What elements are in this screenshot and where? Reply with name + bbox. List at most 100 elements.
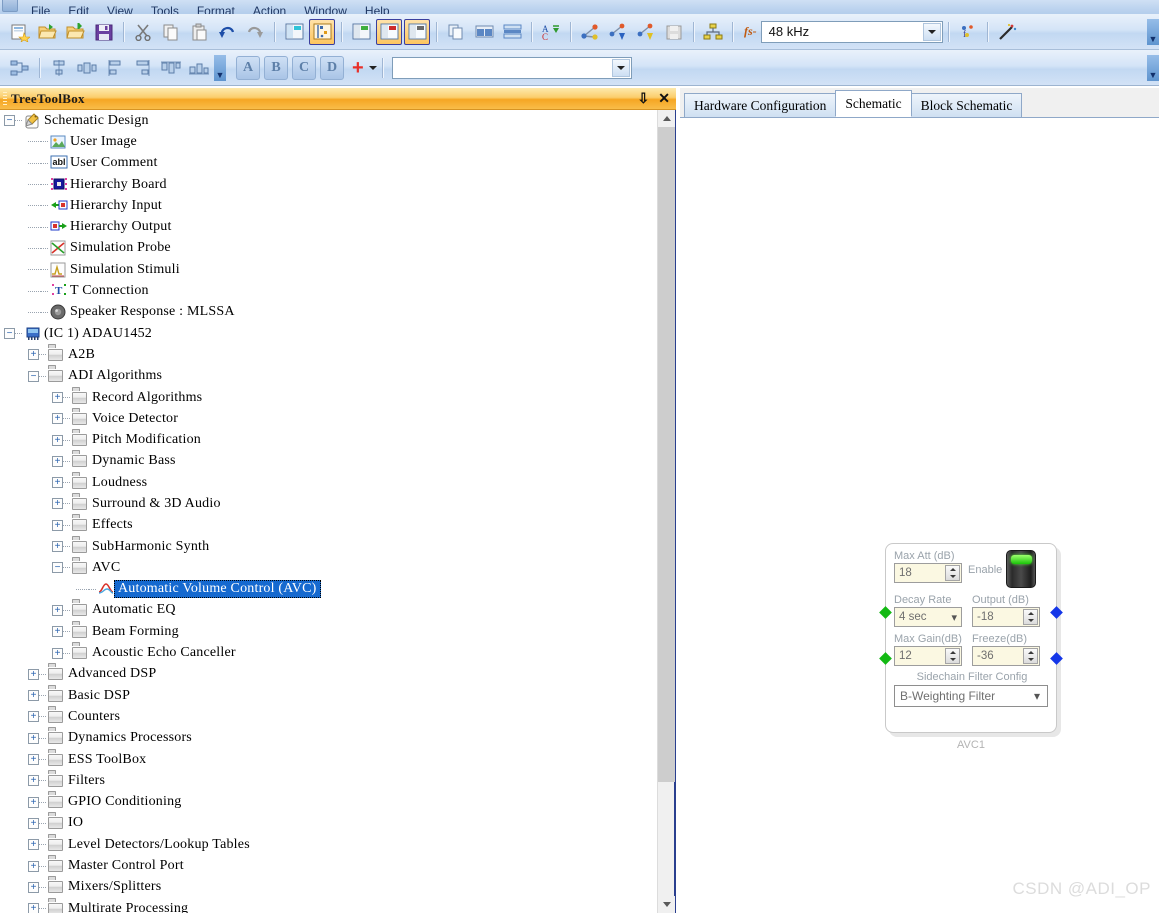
expand-icon[interactable]: +: [52, 455, 63, 467]
tree-node-acoustic-echo-canceller[interactable]: + Acoustic Echo Canceller: [0, 642, 658, 663]
max-att-stepper-icon[interactable]: [945, 565, 960, 581]
distribute-icon[interactable]: [7, 55, 33, 81]
duplicate-icon[interactable]: [443, 19, 469, 45]
tree-node-automatic-volume-control-avc[interactable]: Automatic Volume Control (AVC): [0, 579, 658, 600]
output-spinner[interactable]: -18: [972, 607, 1040, 627]
paste-icon[interactable]: [186, 19, 212, 45]
freeze-stepper-icon[interactable]: [1023, 648, 1038, 664]
tree-node-multirate-processing[interactable]: + Multirate Processing: [0, 898, 658, 913]
collapse-icon[interactable]: −: [4, 115, 15, 127]
chevron-down-icon[interactable]: [611, 58, 630, 77]
expand-icon[interactable]: +: [28, 754, 39, 766]
expand-icon[interactable]: +: [52, 392, 63, 403]
scrollbar-thumb[interactable]: [658, 127, 675, 782]
expand-icon[interactable]: +: [52, 498, 63, 510]
tree-node-gpio-conditioning[interactable]: + GPIO Conditioning: [0, 792, 658, 813]
expand-icon[interactable]: +: [52, 519, 63, 531]
tree-node-hierarchy-output[interactable]: Hierarchy Output: [0, 216, 658, 237]
tree-node-user-image[interactable]: User Image: [0, 131, 658, 152]
tree-node-hierarchy-board[interactable]: Hierarchy Board: [0, 174, 658, 195]
expand-icon[interactable]: +: [28, 775, 39, 787]
expand-icon[interactable]: +: [52, 626, 63, 638]
grid-selection-combo[interactable]: [391, 56, 632, 79]
self-boot-icon[interactable]: f: [955, 19, 981, 45]
tree-node-speaker-response-mlssa[interactable]: Speaker Response : MLSSA: [0, 302, 658, 323]
tree-node-automatic-eq[interactable]: + Automatic EQ: [0, 600, 658, 621]
tree-node-ess-toolbox[interactable]: + ESS ToolBox: [0, 749, 658, 770]
tree-node-pitch-modification[interactable]: + Pitch Modification: [0, 429, 658, 450]
tree-node-counters[interactable]: + Counters: [0, 706, 658, 727]
save-as-project-icon[interactable]: [63, 19, 89, 45]
expand-icon[interactable]: +: [28, 796, 39, 808]
add-grid-button[interactable]: +: [352, 58, 364, 78]
tab-hardware-configuration[interactable]: Hardware Configuration: [684, 93, 837, 117]
menu-item-tools[interactable]: Tools: [142, 4, 188, 14]
expand-icon[interactable]: +: [28, 690, 39, 702]
menu-item-format[interactable]: Format: [188, 4, 244, 14]
toolbar-overflow-button[interactable]: ▼: [1147, 18, 1159, 45]
output-stepper-icon[interactable]: [1023, 609, 1038, 625]
tree-node-level-detectors-lookup-tables[interactable]: + Level Detectors/Lookup Tables: [0, 834, 658, 855]
expand-icon[interactable]: +: [52, 647, 63, 659]
new-project-icon[interactable]: [7, 19, 33, 45]
align-left-icon[interactable]: [102, 55, 128, 81]
block-body[interactable]: Max Att (dB) 18 Enable Decay Rate 4 sec …: [879, 543, 1063, 733]
align-middle-horizontal-icon[interactable]: [74, 55, 100, 81]
link-compile-download-icon[interactable]: [605, 19, 631, 45]
show-capture-window-icon[interactable]: [376, 18, 402, 45]
tree-node-avc[interactable]: − AVC: [0, 557, 658, 578]
tree-node-master-control-port[interactable]: + Master Control Port: [0, 855, 658, 876]
compile-download-icon[interactable]: A C: [538, 19, 564, 45]
tree-node-subharmonic-synth[interactable]: + SubHarmonic Synth: [0, 536, 658, 557]
tree-node-dynamic-bass[interactable]: + Dynamic Bass: [0, 451, 658, 472]
collapse-icon[interactable]: −: [4, 328, 15, 340]
grid-a-button[interactable]: A: [236, 55, 260, 80]
tree-vertical-scrollbar[interactable]: [657, 110, 675, 913]
tree-node-user-comment[interactable]: abl User Comment: [0, 153, 658, 174]
tree-node-voice-detector[interactable]: + Voice Detector: [0, 408, 658, 429]
menu-item-file[interactable]: File: [22, 4, 59, 14]
decay-rate-combo[interactable]: 4 sec ▾: [894, 607, 962, 627]
tree-node-simulation-stimuli[interactable]: Simulation Stimuli: [0, 259, 658, 280]
grid-b-button[interactable]: B: [264, 55, 288, 80]
collapse-icon[interactable]: −: [28, 370, 39, 382]
chevron-down-icon[interactable]: [922, 22, 941, 41]
tree-node-mixers-splitters[interactable]: + Mixers/Splitters: [0, 877, 658, 898]
freeze-spinner[interactable]: -36: [972, 646, 1040, 666]
tree-node-dynamics-processors[interactable]: + Dynamics Processors: [0, 728, 658, 749]
collapse-icon[interactable]: −: [52, 562, 63, 574]
schematic-canvas[interactable]: Max Att (dB) 18 Enable Decay Rate 4 sec …: [680, 118, 1159, 913]
expand-icon[interactable]: +: [28, 839, 39, 851]
tree-node-advanced-dsp[interactable]: + Advanced DSP: [0, 664, 658, 685]
redo-icon[interactable]: [242, 19, 268, 45]
close-panel-button[interactable]: ✕: [658, 90, 670, 106]
sample-rate-combo[interactable]: 48 kHz: [760, 20, 943, 43]
tree-node-t-connection[interactable]: T T Connection: [0, 280, 658, 301]
tree-node-ic-1-adau1452[interactable]: − (IC 1) ADAU1452: [0, 323, 658, 344]
save-to-eeprom-icon[interactable]: [661, 19, 687, 45]
menu-item-edit[interactable]: Edit: [59, 4, 98, 14]
link-compile-icon[interactable]: [577, 19, 603, 45]
expand-icon[interactable]: +: [52, 413, 63, 425]
input-pin-2[interactable]: [879, 652, 892, 665]
app-system-icon[interactable]: [2, 0, 18, 12]
show-output-window-icon[interactable]: [348, 19, 374, 45]
toolbar2-overflow-button[interactable]: ▼: [1147, 54, 1159, 81]
sidechain-filter-config-combo[interactable]: B-Weighting Filter ▾: [894, 685, 1048, 707]
tree-node-adi-algorithms[interactable]: − ADI Algorithms: [0, 366, 658, 387]
max-gain-stepper-icon[interactable]: [945, 648, 960, 664]
tree-node-a2b[interactable]: + A2B: [0, 344, 658, 365]
save-icon[interactable]: [91, 19, 117, 45]
tree-node-loudness[interactable]: + Loudness: [0, 472, 658, 493]
tree-view[interactable]: − Schematic Design User Image abl User Comme…: [0, 110, 658, 913]
expand-icon[interactable]: +: [28, 817, 39, 829]
show-hardware-config-icon[interactable]: [309, 18, 335, 45]
expand-icon[interactable]: +: [52, 604, 63, 616]
scroll-down-button[interactable]: [658, 896, 675, 913]
add-grid-dropdown-icon[interactable]: [368, 65, 377, 70]
menu-item-help[interactable]: Help: [356, 4, 399, 14]
show-tree-toolbox-icon[interactable]: [281, 19, 307, 45]
compile-only-icon[interactable]: [633, 19, 659, 45]
align-top-icon[interactable]: [158, 55, 184, 81]
tree-node-beam-forming[interactable]: + Beam Forming: [0, 621, 658, 642]
